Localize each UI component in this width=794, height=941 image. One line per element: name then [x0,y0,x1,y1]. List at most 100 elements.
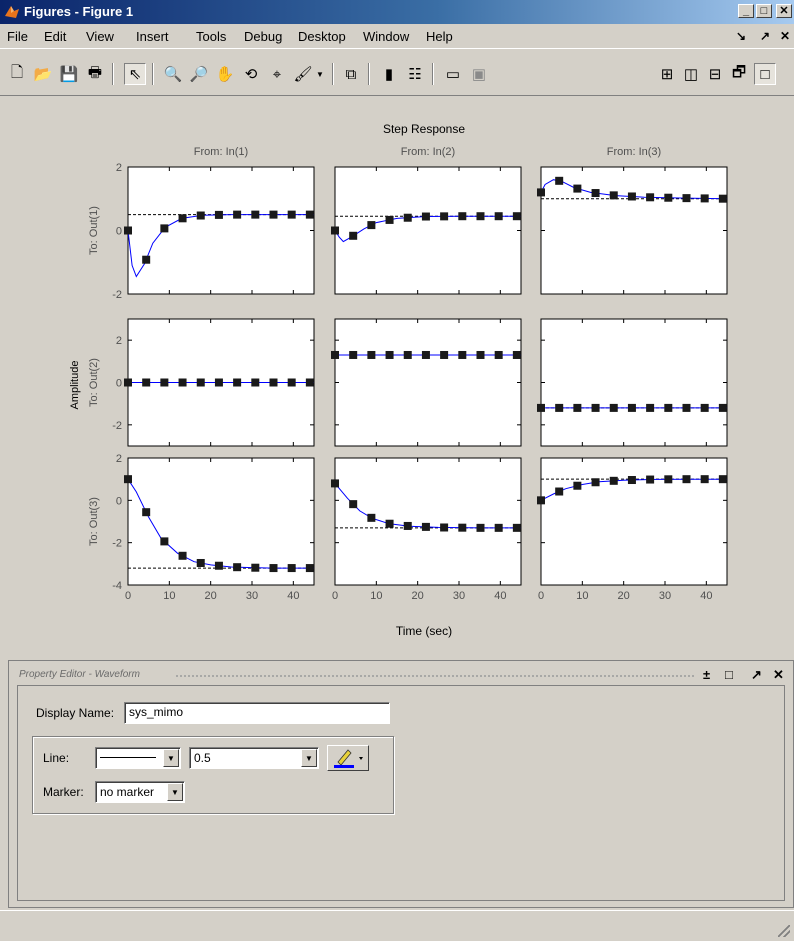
resize-grip-icon[interactable] [778,925,790,937]
data-marker [349,350,358,359]
maximize-icon[interactable]: □ [754,63,776,85]
display-name-input[interactable]: sys_mimo [124,702,390,724]
data-marker [700,194,709,203]
data-marker [160,537,169,546]
data-cursor-icon[interactable]: ⌖ [266,63,288,85]
data-marker [251,563,260,572]
column-label: From: In(1) [194,146,248,158]
undock-panel-icon[interactable]: ↗ [751,667,762,683]
data-marker [331,350,339,359]
y-tick-label: -2 [112,289,122,301]
show-plot-tools-icon[interactable]: ▣ [468,63,490,85]
arrow-pointer-icon[interactable]: ⇖ [124,63,146,85]
data-marker [537,496,545,505]
panel-drag-grip[interactable] [175,674,695,678]
menu-desktop[interactable]: Desktop [298,29,346,44]
menu-window[interactable]: Window [363,29,409,44]
link-plot-icon[interactable]: ⧉ [340,63,362,85]
line-label: Line: [43,751,70,765]
data-marker [700,475,709,484]
x-tick-label: 40 [700,590,712,602]
hide-plot-tools-icon[interactable]: ▭ [442,63,464,85]
tile-rows-icon[interactable]: ⊟ [704,63,726,85]
undock-figure-icon[interactable]: ↗ [760,29,770,43]
y-tick-label: 2 [116,335,122,347]
y-tick-label: 0 [116,378,122,390]
menu-help[interactable]: Help [426,29,453,44]
chevron-down-icon[interactable]: ▼ [163,749,179,767]
row-label: To: Out(3) [88,497,100,546]
figure-canvas[interactable]: Step Response From: In(1) From: In(2) From:… [0,97,794,657]
x-tick-label: 0 [538,590,544,602]
menu-insert[interactable]: Insert [136,29,169,44]
data-marker [421,350,430,359]
zoom-in-icon[interactable]: 🔍 [162,63,184,85]
marker-select[interactable]: no marker ▼ [95,781,185,803]
menu-view[interactable]: View [86,29,114,44]
data-marker [403,521,412,530]
y-tick-label: -4 [112,580,122,592]
step-response-plot[interactable]: Step Response From: In(1) From: In(2) From:… [0,97,794,657]
data-marker [421,522,430,531]
column-label: From: In(3) [607,146,661,158]
data-marker [664,403,673,412]
menu-edit[interactable]: Edit [44,29,66,44]
data-marker [196,378,205,387]
menu-tools[interactable]: Tools [196,29,226,44]
data-marker [555,487,564,496]
new-figure-icon[interactable]: 🗋 [6,63,28,85]
toolbar-separator [368,63,370,85]
window-title-bar[interactable]: Figures - Figure 1 _ □ ✕ [0,0,794,24]
close-figure-icon[interactable]: ✕ [780,29,790,43]
pin-panel-icon[interactable]: ± [703,667,710,682]
data-marker [178,214,187,223]
close-panel-icon[interactable]: ✕ [773,667,784,683]
data-marker [682,403,691,412]
colorbar-icon[interactable]: ▮ [378,63,400,85]
brush-dropdown-arrow-icon[interactable]: ▼ [314,63,326,85]
data-marker [700,403,709,412]
line-width-select[interactable]: 0.5 ▼ [189,747,319,769]
marker-label: Marker: [43,785,84,799]
x-tick-label: 10 [370,590,382,602]
pan-hand-icon[interactable]: ✋ [214,63,236,85]
menu-file[interactable]: File [7,29,28,44]
dock-figure-icon[interactable]: ↘ [736,29,746,43]
legend-icon[interactable]: ☷ [404,63,426,85]
rotate-3d-icon[interactable]: ⟲ [240,63,262,85]
data-marker [476,212,485,221]
data-marker [178,551,187,560]
data-marker [331,226,339,235]
zoom-out-icon[interactable]: 🔎 [188,63,210,85]
restore-window-button[interactable]: □ [756,4,772,18]
tile-columns-icon[interactable]: ◫ [680,63,702,85]
maximize-panel-icon[interactable]: □ [725,667,733,682]
print-icon[interactable]: 🖶 [84,63,106,85]
float-icon[interactable]: 🗗 [728,63,750,85]
x-tick-label: 20 [618,590,630,602]
menu-debug[interactable]: Debug [244,29,282,44]
data-marker [385,350,394,359]
pen-color-icon [334,749,363,768]
data-marker [142,255,151,264]
chevron-down-icon[interactable]: ▼ [301,749,317,767]
tile-grid-icon[interactable]: ⊞ [656,63,678,85]
chevron-down-icon[interactable]: ▼ [167,783,183,801]
data-marker [512,523,521,532]
line-properties-group: Line: ▼ 0.5 ▼ Marker: no marker ▼ [32,736,394,814]
toolbar-separator [152,63,154,85]
x-tick-label: 20 [412,590,424,602]
line-color-button[interactable] [327,745,369,771]
brush-icon[interactable]: 🖌 [292,63,314,85]
data-marker [305,210,314,219]
line-style-select[interactable]: ▼ [95,747,181,769]
data-marker [476,350,485,359]
save-icon[interactable]: 💾 [58,63,80,85]
minimize-window-button[interactable]: _ [738,4,754,18]
y-tick-label: 2 [116,162,122,174]
y-axis-label: Amplitude [69,361,81,410]
column-label: From: In(2) [401,146,455,158]
open-icon[interactable]: 📂 [32,63,54,85]
close-window-button[interactable]: ✕ [776,4,792,18]
line-style-preview [100,757,156,758]
